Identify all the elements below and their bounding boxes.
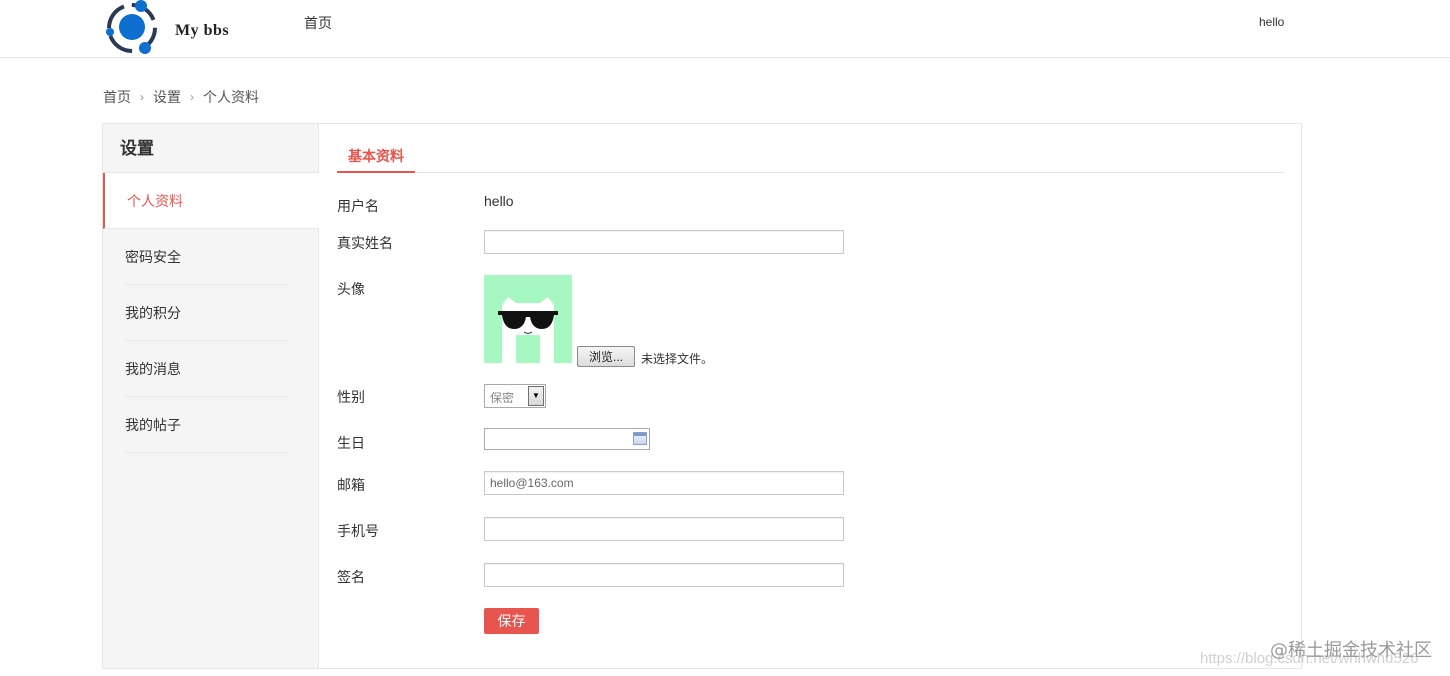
chevron-right-icon: › — [190, 90, 194, 104]
breadcrumb: 首页 › 设置 › 个人资料 — [103, 87, 259, 107]
sidebar-item-points[interactable]: 我的积分 — [125, 285, 289, 341]
breadcrumb-home[interactable]: 首页 — [103, 87, 131, 107]
email-label: 邮箱 — [337, 477, 365, 493]
chevron-right-icon: › — [140, 90, 144, 104]
gender-select[interactable]: 保密 ▼ — [484, 384, 546, 408]
profile-content: 基本资料 用户名 hello 真实姓名 头像 浏览... 未选择文件。 性别 保… — [320, 124, 1301, 668]
sidebar-item-password[interactable]: 密码安全 — [125, 229, 289, 285]
breadcrumb-settings[interactable]: 设置 — [153, 87, 181, 107]
realname-input[interactable] — [484, 230, 844, 254]
birthday-input[interactable] — [484, 428, 650, 450]
save-button[interactable]: 保存 — [484, 608, 539, 634]
phone-input[interactable] — [484, 517, 844, 541]
sidebar-item-messages[interactable]: 我的消息 — [125, 341, 289, 397]
signature-label: 签名 — [337, 569, 365, 585]
brand-name[interactable]: My bbs — [175, 22, 229, 40]
user-menu-link[interactable]: hello — [1259, 15, 1284, 29]
sidebar-title: 设置 — [103, 124, 318, 173]
username-value: hello — [484, 193, 514, 209]
site-watermark: @稀土掘金技术社区 — [1270, 640, 1432, 661]
gender-selected-value: 保密 — [490, 391, 515, 405]
phone-label: 手机号 — [337, 523, 379, 539]
settings-sidebar: 设置 个人资料 密码安全 我的积分 我的消息 我的帖子 — [103, 124, 319, 668]
cat-sunglasses-icon — [498, 297, 558, 363]
avatar-image — [484, 275, 572, 363]
gender-label: 性别 — [337, 389, 365, 405]
browse-file-button[interactable]: 浏览... — [577, 346, 635, 367]
tab-basic-info[interactable]: 基本资料 — [337, 140, 415, 173]
sidebar-item-posts[interactable]: 我的帖子 — [125, 397, 289, 453]
nav-home-link[interactable]: 首页 — [304, 13, 332, 33]
logo-icon[interactable] — [104, 0, 164, 58]
email-input[interactable] — [484, 471, 844, 495]
username-label: 用户名 — [337, 198, 379, 214]
top-header: My bbs 首页 hello — [0, 0, 1450, 58]
breadcrumb-current: 个人资料 — [203, 89, 259, 105]
sidebar-item-profile[interactable]: 个人资料 — [103, 173, 319, 229]
avatar-label: 头像 — [337, 281, 365, 297]
realname-label: 真实姓名 — [337, 235, 393, 251]
birthday-label: 生日 — [337, 435, 365, 451]
tab-bar: 基本资料 — [337, 140, 1285, 173]
calendar-icon[interactable] — [633, 432, 647, 445]
dropdown-arrow-icon[interactable]: ▼ — [528, 386, 544, 406]
file-status-text: 未选择文件。 — [641, 352, 714, 366]
settings-panel: 设置 个人资料 密码安全 我的积分 我的消息 我的帖子 基本资料 用户名 hel… — [102, 123, 1302, 669]
signature-input[interactable] — [484, 563, 844, 587]
